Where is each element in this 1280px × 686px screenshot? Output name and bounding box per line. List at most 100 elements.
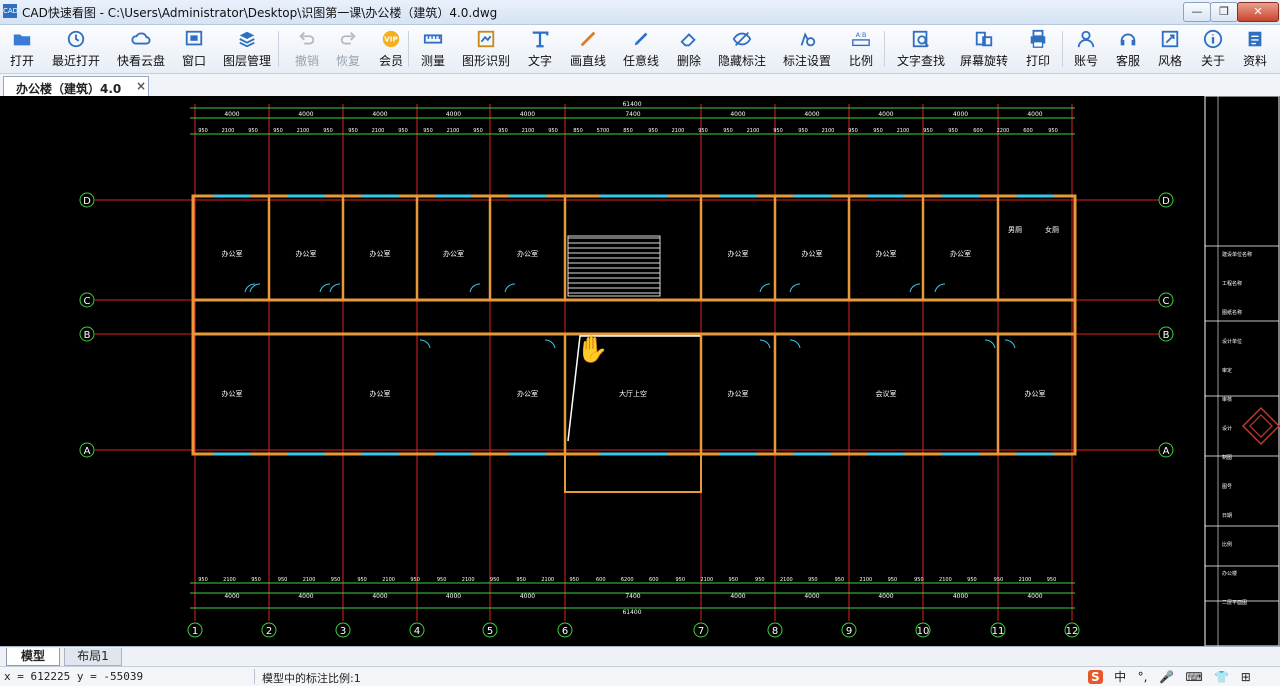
top-detail-dimension: 950 — [1048, 128, 1058, 134]
app-logo-icon: CAD — [3, 4, 18, 18]
bottom-total-dimension: 61400 — [622, 609, 641, 616]
drawing-canvas[interactable]: 1 2 3 4 5 6 7 8 9 10 11 12 D D C C B B A A 61400 61400 4000 400… — [0, 96, 1280, 646]
axis-label-A: A — [84, 446, 91, 457]
top-bay-dimension: 4000 — [446, 111, 461, 118]
toolbar-separator — [884, 31, 885, 67]
bottom-detail-dimension: 950 — [437, 577, 447, 583]
ime-toolbar[interactable]: S 中 °, 🎤 ⌨ 👕 ⊞ — [1088, 668, 1280, 685]
top-bay-dimension: 4000 — [224, 111, 239, 118]
window-button[interactable]: 窗口 — [166, 27, 222, 71]
axis-label-9: 9 — [846, 626, 852, 637]
top-detail-dimension: 2100 — [447, 128, 460, 134]
shape-label: 图形识别 — [461, 54, 510, 68]
bottom-detail-dimension: 2100 — [223, 577, 236, 583]
resources-button[interactable]: 资料 — [1227, 27, 1280, 71]
hide-button[interactable]: 隐藏标注 — [714, 27, 770, 71]
bottom-bay-dimension: 4000 — [520, 593, 535, 600]
bottom-bay-dimension: 4000 — [1027, 593, 1042, 600]
ime-menu-icon[interactable]: ⊞ — [1241, 670, 1251, 684]
floor-plan-drawing[interactable]: 1 2 3 4 5 6 7 8 9 10 11 12D DC CB BA A61400614004000 400… — [0, 96, 1280, 646]
erase-button[interactable]: 删除 — [661, 27, 717, 71]
door-swing — [544, 339, 556, 349]
minimize-button[interactable]: — — [1183, 2, 1211, 22]
line-icon — [580, 31, 596, 47]
title-block — [1204, 96, 1280, 646]
bottom-detail-dimension: 2100 — [541, 577, 554, 583]
document-tab[interactable]: 办公楼（建筑）4.0 × — [3, 76, 149, 97]
skin-icon[interactable]: 👕 — [1214, 670, 1229, 684]
top-detail-dimension: 2200 — [997, 128, 1010, 134]
resources-icon — [1248, 31, 1262, 47]
line-button[interactable]: 画直线 — [560, 27, 616, 71]
bottom-detail-dimension: 2100 — [860, 577, 873, 583]
door-swing — [789, 339, 801, 349]
top-detail-dimension: 950 — [473, 128, 483, 134]
axis-label-C: C — [84, 296, 91, 307]
sheet-tab-model[interactable]: 模型 — [6, 648, 60, 666]
shape-recognize-icon — [477, 30, 495, 48]
title-block-text: 工程名称 — [1222, 280, 1242, 287]
title-block-text: 图纸名称 — [1222, 309, 1242, 316]
door-swing — [759, 283, 771, 293]
title-bar: CAD CAD快速看图 - C:\Users\Administrator\Des… — [0, 0, 1280, 25]
top-detail-dimension: 2100 — [297, 128, 310, 134]
bottom-bay-dimension: 4000 — [730, 593, 745, 600]
top-bay-dimension: 4000 — [953, 111, 968, 118]
restore-button[interactable]: ❐ — [1210, 2, 1238, 22]
layers-button[interactable]: 图层管理 — [219, 27, 275, 71]
annotset-button[interactable]: 标注设置 — [779, 27, 835, 71]
room-label: 大厅上空 — [619, 389, 647, 398]
room-label: 办公室 — [517, 249, 538, 258]
bottom-detail-dimension: 2100 — [939, 577, 952, 583]
keyboard-icon[interactable]: ⌨ — [1185, 670, 1202, 684]
ruler-icon — [423, 34, 443, 44]
title-block-text: 办公楼 — [1222, 570, 1237, 577]
top-bay-dimension: 4000 — [520, 111, 535, 118]
bottom-detail-dimension: 950 — [198, 577, 208, 583]
microphone-icon[interactable]: 🎤 — [1159, 670, 1174, 684]
stair-outline — [567, 235, 661, 297]
title-block-text: 制图 — [1222, 454, 1232, 461]
sheet-tab-layout1[interactable]: 布局1 — [64, 648, 122, 666]
axis-label-C-right: C — [1163, 296, 1170, 307]
door-swing — [984, 339, 996, 349]
vip-icon: VIP — [382, 30, 400, 48]
bottom-detail-dimension: 950 — [808, 577, 818, 583]
cloud-button[interactable]: 快看云盘 — [113, 27, 169, 71]
room-label: 办公室 — [517, 389, 538, 398]
findtext-button[interactable]: 文字查找 — [893, 27, 949, 71]
ime-punctuation-icon[interactable]: °, — [1138, 670, 1148, 684]
close-tab-icon[interactable]: × — [136, 79, 146, 93]
top-bay-dimension: 7400 — [625, 111, 640, 118]
axis-label-10: 10 — [917, 626, 930, 637]
bottom-detail-dimension: 2100 — [303, 577, 316, 583]
annotation-settings-icon — [800, 32, 816, 47]
axis-label-8: 8 — [772, 626, 778, 637]
scale-button[interactable]: A:B 比例 — [833, 27, 889, 71]
room-label: 办公室 — [876, 249, 897, 258]
top-detail-dimension: 850 — [573, 128, 583, 134]
door-swing — [329, 283, 341, 293]
room-label: 办公室 — [1025, 389, 1046, 398]
ime-chinese-mode[interactable]: 中 — [1114, 668, 1126, 685]
room-label: 男厕 — [1008, 226, 1022, 234]
findtext-label: 文字查找 — [896, 54, 945, 68]
document-tab-label: 办公楼（建筑）4.0 — [16, 82, 122, 96]
bottom-bay-dimension: 4000 — [804, 593, 819, 600]
open-button[interactable]: 打开 — [0, 27, 50, 71]
window-title: CAD快速看图 - C:\Users\Administrator\Desktop… — [22, 6, 498, 20]
style-icon — [1161, 30, 1179, 48]
shape-button[interactable]: 图形识别 — [458, 27, 514, 71]
title-block-text: 建设单位名称 — [1222, 251, 1252, 258]
top-total-dimension: 61400 — [622, 101, 641, 108]
ime-logo-icon[interactable]: S — [1088, 670, 1103, 684]
close-window-button[interactable]: ✕ — [1237, 2, 1279, 22]
bottom-detail-dimension: 600 — [596, 577, 606, 583]
info-icon — [1203, 29, 1223, 49]
pen-icon — [634, 32, 648, 46]
title-block-text: 日期 — [1222, 513, 1232, 519]
rotate-button[interactable]: 屏幕旋转 — [956, 27, 1012, 71]
axis-label-12: 12 — [1066, 626, 1079, 637]
measure-button[interactable]: 测量 — [405, 27, 461, 71]
recent-button[interactable]: 最近打开 — [48, 27, 104, 71]
